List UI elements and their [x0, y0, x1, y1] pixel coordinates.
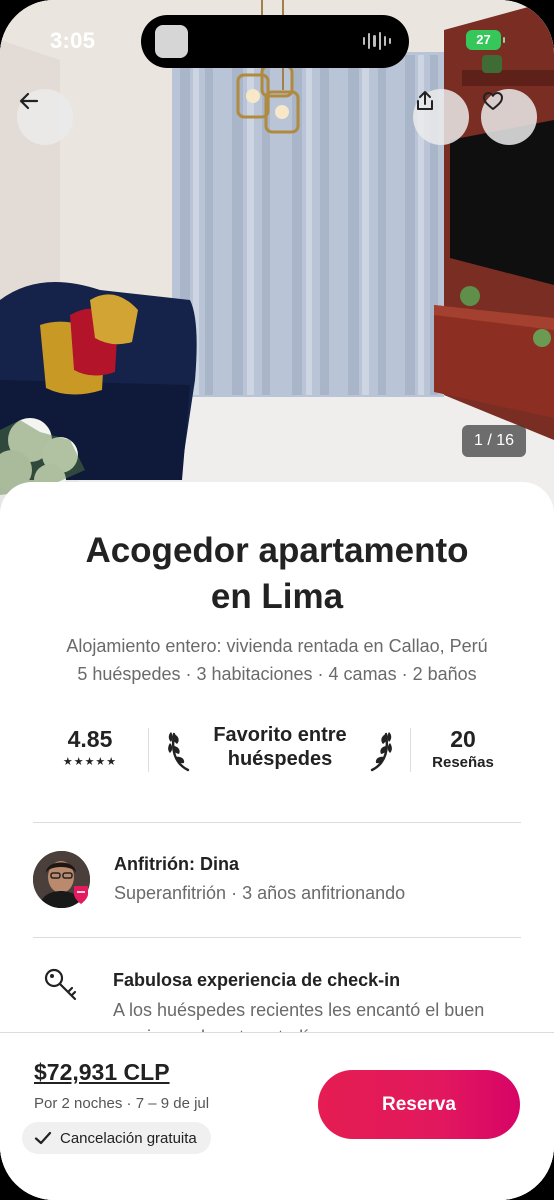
highlight-title: Fabulosa experiencia de check-in: [113, 970, 401, 990]
host-name: Anfitrión: Dina: [114, 854, 239, 874]
laurel-left-icon: [168, 732, 190, 772]
rating-block: 4.85 ★★★★★: [55, 726, 125, 768]
arrow-left-icon: [19, 92, 39, 110]
dynamic-island: [141, 15, 409, 68]
share-button[interactable]: [413, 89, 469, 145]
listing-title-line1: Acogedor apartamento: [85, 531, 469, 570]
status-time: 3:05: [50, 28, 96, 53]
free-cancellation-label: Cancelación gratuita: [60, 1129, 197, 1147]
booking-footer: $72,931 CLP Por 2 noches · 7 – 9 de jul …: [0, 1032, 554, 1200]
stay-dates: Por 2 noches · 7 – 9 de jul: [34, 1095, 210, 1112]
listing-title-line2: en Lima: [210, 577, 344, 616]
share-icon: [417, 91, 433, 110]
phone-screen: 3:05 27 1 / 16 Acogedor apartamento en L…: [0, 0, 554, 1200]
stats-divider: [148, 728, 149, 772]
guest-favorite-badge: Favorito entre huéspedes: [161, 722, 399, 778]
section-divider: [33, 822, 521, 823]
host-meta: Superanfitrión · 3 años anfitrionando: [114, 883, 406, 903]
section-divider: [33, 937, 521, 938]
rating-stats-row[interactable]: 4.85 ★★★★★ Favorito entre huéspedes 20 R…: [33, 722, 521, 782]
check-icon: [34, 1131, 52, 1145]
listing-title: Acogedor apartamento en Lima: [0, 528, 554, 620]
superhost-badge-icon: [74, 886, 88, 904]
key-icon: [44, 968, 77, 1001]
listing-summary: Alojamiento entero: vivienda rentada en …: [0, 632, 554, 688]
battery-indicator: 27: [466, 30, 505, 50]
laurel-right-icon: [370, 732, 392, 772]
reserve-button[interactable]: Reserva: [318, 1070, 520, 1139]
listing-capacity: 5 huéspedes · 3 habitaciones · 4 camas ·…: [77, 664, 477, 684]
reviews-link[interactable]: 20 Reseñas: [421, 726, 505, 771]
host-row[interactable]: Anfitrión: Dina Superanfitrión · 3 años …: [33, 850, 521, 910]
photo-counter: 1 / 16: [462, 425, 526, 457]
stats-divider: [410, 728, 411, 772]
guest-favorite-line1: Favorito entre: [213, 724, 347, 746]
free-cancellation-badge: Cancelación gratuita: [22, 1122, 211, 1154]
guest-favorite-label: Favorito entre huéspedes: [197, 723, 363, 771]
total-price[interactable]: $72,931 CLP: [34, 1059, 170, 1086]
back-button[interactable]: [17, 89, 73, 145]
listing-photo[interactable]: 3:05 27 1 / 16: [0, 0, 554, 520]
save-favorite-button[interactable]: [481, 89, 537, 145]
reviews-count: 20: [450, 726, 476, 752]
listing-type: Alojamiento entero: vivienda rentada en …: [66, 636, 488, 656]
reviews-label: Reseñas: [432, 754, 494, 771]
rating-stars: ★★★★★: [62, 756, 118, 768]
heart-icon: [483, 92, 503, 110]
rating-value: 4.85: [67, 726, 113, 752]
guest-favorite-line2: huéspedes: [227, 748, 333, 770]
island-app-icon: [155, 25, 188, 58]
audio-wave-icon: [363, 31, 392, 51]
wifi-icon: [0, 0, 24, 17]
